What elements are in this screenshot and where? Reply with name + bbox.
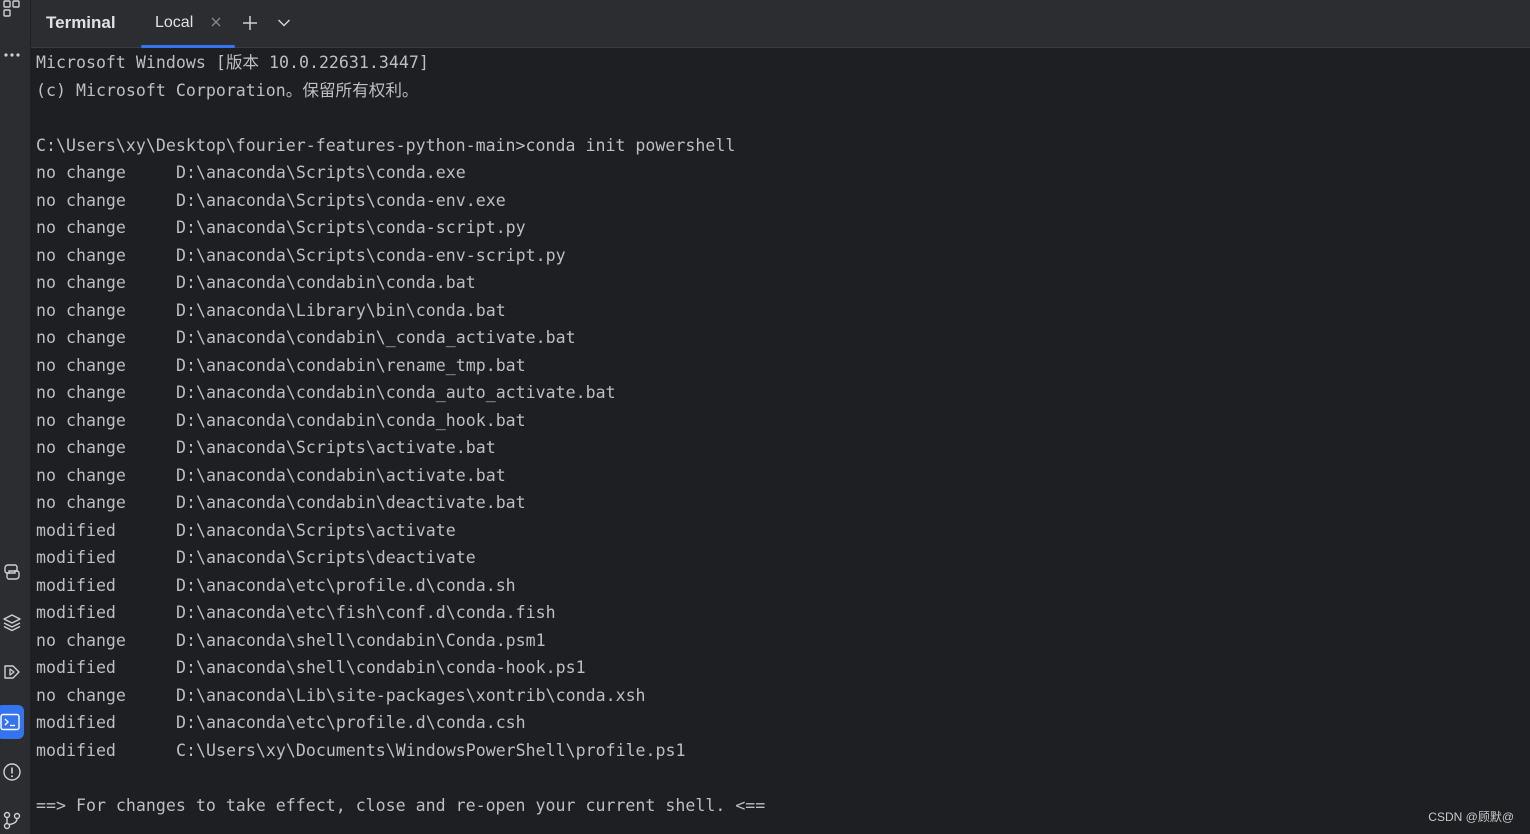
- terminal-result-row: no change D:\anaconda\condabin\activate.b…: [36, 462, 1530, 490]
- terminal-result-row: no change D:\anaconda\Scripts\conda-scrip…: [36, 214, 1530, 242]
- result-path: D:\anaconda\condabin\conda_hook.bat: [176, 410, 526, 430]
- result-status: no change: [36, 630, 126, 650]
- terminal-result-row: no change D:\anaconda\Lib\site-packages\x…: [36, 682, 1530, 710]
- terminal-output[interactable]: Microsoft Windows [版本 10.0.22631.3447] (…: [36, 49, 1530, 834]
- result-path: D:\anaconda\etc\profile.d\conda.csh: [176, 713, 526, 732]
- chevron-down-icon[interactable]: [273, 12, 295, 34]
- watermark: CSDN @顾默@: [1428, 810, 1514, 824]
- result-path: D:\anaconda\Scripts\conda.exe: [176, 163, 466, 182]
- result-status: no change: [36, 328, 126, 347]
- result-status: modified: [36, 713, 116, 732]
- terminal-result-row: no change D:\anaconda\condabin\rename_tmp…: [36, 352, 1530, 380]
- result-path: D:\anaconda\shell\condabin\Conda.psm1: [176, 630, 546, 650]
- terminal-result-row: modified D:\anaconda\etc\profile.d\conda.…: [36, 572, 1530, 600]
- terminal-result-row: modified D:\anaconda\shell\condabin\conda…: [36, 654, 1530, 682]
- result-status: no change: [36, 465, 126, 485]
- result-status: no change: [36, 438, 126, 457]
- terminal-result-row: modified D:\anaconda\Scripts\deactivate: [36, 544, 1530, 572]
- tab-label: Local: [155, 14, 194, 31]
- layers-icon[interactable]: [0, 608, 24, 636]
- python-console-icon[interactable]: [0, 558, 24, 586]
- terminal-footer-line: ==> For changes to take effect, close an…: [36, 795, 766, 815]
- terminal-line: Microsoft Windows [版本 10.0.22631.3447]: [36, 53, 429, 72]
- terminal-result-row: no change D:\anaconda\shell\condabin\Cond…: [36, 627, 1530, 655]
- result-path: D:\anaconda\condabin\activate.bat: [176, 465, 506, 485]
- result-status: modified: [36, 548, 116, 567]
- result-status: no change: [36, 355, 126, 375]
- terminal-line: (c) Microsoft Corporation。保留所有权利。: [36, 80, 419, 100]
- result-status: no change: [36, 190, 126, 210]
- result-path: D:\anaconda\Library\bin\conda.bat: [176, 300, 506, 320]
- terminal-header: Terminal Local: [31, 0, 1530, 48]
- ide-window: Terminal Local Microsoft Windows [版本 10.…: [0, 0, 1530, 834]
- tool-window-sidebar: [0, 0, 31, 834]
- run-icon[interactable]: [0, 658, 24, 686]
- terminal-result-row: no change D:\anaconda\Library\bin\conda.b…: [36, 297, 1530, 325]
- close-icon[interactable]: [209, 15, 223, 29]
- terminal-result-row: no change D:\anaconda\condabin\conda_auto…: [36, 379, 1530, 407]
- result-path: D:\anaconda\shell\condabin\conda-hook.ps…: [176, 658, 586, 677]
- result-path: D:\anaconda\condabin\conda_auto_activate…: [176, 383, 616, 402]
- terminal-result-row: no change D:\anaconda\condabin\_conda_act…: [36, 324, 1530, 352]
- terminal-result-row: modified C:\Users\xy\Documents\WindowsPow…: [36, 737, 1530, 765]
- conda-init-results: no change D:\anaconda\Scripts\conda.exe no…: [36, 159, 1530, 764]
- result-path: D:\anaconda\Scripts\conda-env.exe: [176, 190, 506, 210]
- result-status: no change: [36, 383, 126, 402]
- result-status: modified: [36, 740, 116, 760]
- result-path: D:\anaconda\Scripts\activate.bat: [176, 438, 496, 457]
- result-status: modified: [36, 575, 116, 595]
- result-path: D:\anaconda\etc\profile.d\conda.sh: [176, 575, 516, 595]
- result-status: no change: [36, 245, 126, 265]
- terminal-result-row: no change D:\anaconda\Scripts\conda-env-s…: [36, 242, 1530, 270]
- result-path: D:\anaconda\condabin\_conda_activate.bat: [176, 328, 576, 347]
- terminal-result-row: modified D:\anaconda\Scripts\activate: [36, 517, 1530, 545]
- terminal-result-row: no change D:\anaconda\Scripts\activate.ba…: [36, 434, 1530, 462]
- more-icon[interactable]: [0, 41, 24, 69]
- project-icon[interactable]: [0, 0, 24, 22]
- terminal-result-row: no change D:\anaconda\condabin\deactivate…: [36, 489, 1530, 517]
- git-icon[interactable]: [0, 806, 24, 834]
- terminal-result-row: modified D:\anaconda\etc\profile.d\conda.…: [36, 709, 1530, 737]
- result-status: no change: [36, 493, 126, 512]
- result-status: no change: [36, 273, 126, 292]
- result-status: modified: [36, 603, 116, 622]
- plus-icon[interactable]: [239, 12, 261, 34]
- terminal-result-row: modified D:\anaconda\etc\fish\conf.d\cond…: [36, 599, 1530, 627]
- result-path: D:\anaconda\etc\fish\conf.d\conda.fish: [176, 603, 556, 622]
- result-status: no change: [36, 410, 126, 430]
- active-tab-indicator: [141, 45, 235, 48]
- result-status: modified: [36, 520, 116, 540]
- result-status: modified: [36, 658, 116, 677]
- result-path: D:\anaconda\Scripts\activate: [176, 520, 456, 540]
- result-status: no change: [36, 218, 126, 237]
- result-path: D:\anaconda\Lib\site-packages\xontrib\co…: [176, 685, 646, 705]
- terminal-icon[interactable]: [0, 705, 24, 739]
- terminal-result-row: no change D:\anaconda\Scripts\conda.exe: [36, 159, 1530, 187]
- terminal-result-row: no change D:\anaconda\condabin\conda_hook…: [36, 407, 1530, 435]
- problems-icon[interactable]: [0, 758, 24, 786]
- result-path: D:\anaconda\condabin\deactivate.bat: [176, 493, 526, 512]
- result-path: C:\Users\xy\Documents\WindowsPowerShell\…: [176, 740, 686, 760]
- terminal-result-row: no change D:\anaconda\Scripts\conda-env.e…: [36, 187, 1530, 215]
- result-path: D:\anaconda\Scripts\conda-script.py: [176, 218, 526, 237]
- result-path: D:\anaconda\Scripts\conda-env-script.py: [176, 245, 566, 265]
- result-path: D:\anaconda\condabin\conda.bat: [176, 273, 476, 292]
- terminal-command-line: C:\Users\xy\Desktop\fourier-features-pyt…: [36, 135, 736, 155]
- tab-local[interactable]: Local: [141, 0, 235, 48]
- result-status: no change: [36, 300, 126, 320]
- result-path: D:\anaconda\Scripts\deactivate: [176, 548, 476, 567]
- result-status: no change: [36, 163, 126, 182]
- tool-window-title: Terminal: [46, 13, 116, 32]
- terminal-result-row: no change D:\anaconda\condabin\conda.bat: [36, 269, 1530, 297]
- result-status: no change: [36, 685, 126, 705]
- result-path: D:\anaconda\condabin\rename_tmp.bat: [176, 355, 526, 375]
